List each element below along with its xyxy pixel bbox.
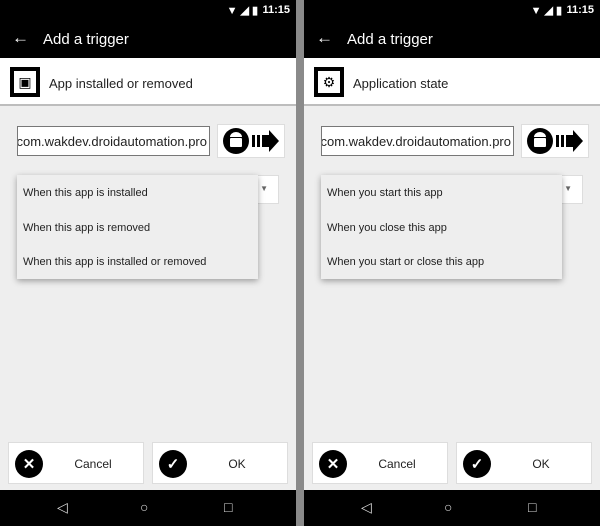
toolbar-title: Add a trigger	[347, 31, 433, 48]
trigger-name: App installed or removed	[49, 76, 193, 91]
cancel-button[interactable]: ✕ Cancel	[312, 442, 448, 484]
close-icon: ✕	[319, 450, 347, 478]
phone-screen: ▼ ◢ ▮ 11:15 ← Add a trigger ▣ App installe…	[0, 0, 296, 526]
phone-screen: ▼ ◢ ▮ 11:15 ← Add a trigger ⚙ Application …	[304, 0, 600, 526]
trigger-name: Application state	[353, 76, 449, 91]
check-icon: ✓	[463, 450, 491, 478]
back-arrow-icon[interactable]: ←	[12, 28, 29, 48]
signal-icon: ◢	[544, 5, 553, 17]
ok-button[interactable]: ✓ OK	[152, 442, 288, 484]
toolbar: ← Add a trigger	[0, 20, 296, 58]
toolbar: ← Add a trigger	[304, 20, 600, 58]
package-icon: ▣	[10, 67, 40, 97]
battery-icon: ▮	[251, 5, 258, 17]
ok-button[interactable]: ✓ OK	[456, 442, 592, 484]
package-input[interactable]: com.wakdev.droidautomation.pro	[17, 126, 210, 156]
pick-app-button[interactable]	[521, 124, 589, 158]
nav-recents-icon[interactable]: □	[528, 499, 536, 515]
dropdown-option[interactable]: When you close this app	[321, 210, 562, 245]
nav-back-icon[interactable]: ◁	[57, 499, 68, 516]
dropdown-option[interactable]: When you start or close this app	[321, 244, 562, 279]
dropdown-caret-icon: ▼	[564, 184, 572, 193]
package-input[interactable]: com.wakdev.droidautomation.pro	[321, 126, 514, 156]
wifi-icon: ▼	[226, 4, 238, 17]
signal-icon: ◢	[240, 5, 249, 17]
clock: 11:15	[262, 4, 290, 16]
dropdown-menu: When you start this app When you close th…	[321, 175, 562, 279]
close-icon: ✕	[15, 450, 43, 478]
status-bar: ▼ ◢ ▮ 11:15	[304, 0, 600, 20]
status-bar: ▼ ◢ ▮ 11:15	[0, 0, 296, 20]
back-arrow-icon[interactable]: ←	[316, 28, 333, 48]
battery-icon: ▮	[555, 5, 562, 17]
dropdown-option[interactable]: When this app is installed or removed	[17, 244, 258, 279]
navigation-bar: ◁ ○ □	[0, 490, 296, 526]
nav-recents-icon[interactable]: □	[224, 499, 232, 515]
dropdown-menu: When this app is installed When this app …	[17, 175, 258, 279]
dropdown-caret-icon: ▼	[260, 184, 268, 193]
android-arrow-icon	[223, 128, 279, 154]
toolbar-title: Add a trigger	[43, 31, 129, 48]
trigger-header: ⚙ Application state	[304, 58, 600, 106]
nav-back-icon[interactable]: ◁	[361, 499, 372, 516]
navigation-bar: ◁ ○ □	[304, 490, 600, 526]
trigger-header: ▣ App installed or removed	[0, 58, 296, 106]
check-icon: ✓	[159, 450, 187, 478]
nav-home-icon[interactable]: ○	[140, 499, 148, 515]
clock: 11:15	[566, 4, 594, 16]
gears-icon: ⚙	[314, 67, 344, 97]
dropdown-option[interactable]: When this app is removed	[17, 210, 258, 245]
android-arrow-icon	[527, 128, 583, 154]
pick-app-button[interactable]	[217, 124, 285, 158]
dropdown-option[interactable]: When this app is installed	[17, 175, 258, 210]
cancel-button[interactable]: ✕ Cancel	[8, 442, 144, 484]
wifi-icon: ▼	[530, 4, 542, 17]
dropdown-option[interactable]: When you start this app	[321, 175, 562, 210]
nav-home-icon[interactable]: ○	[444, 499, 452, 515]
